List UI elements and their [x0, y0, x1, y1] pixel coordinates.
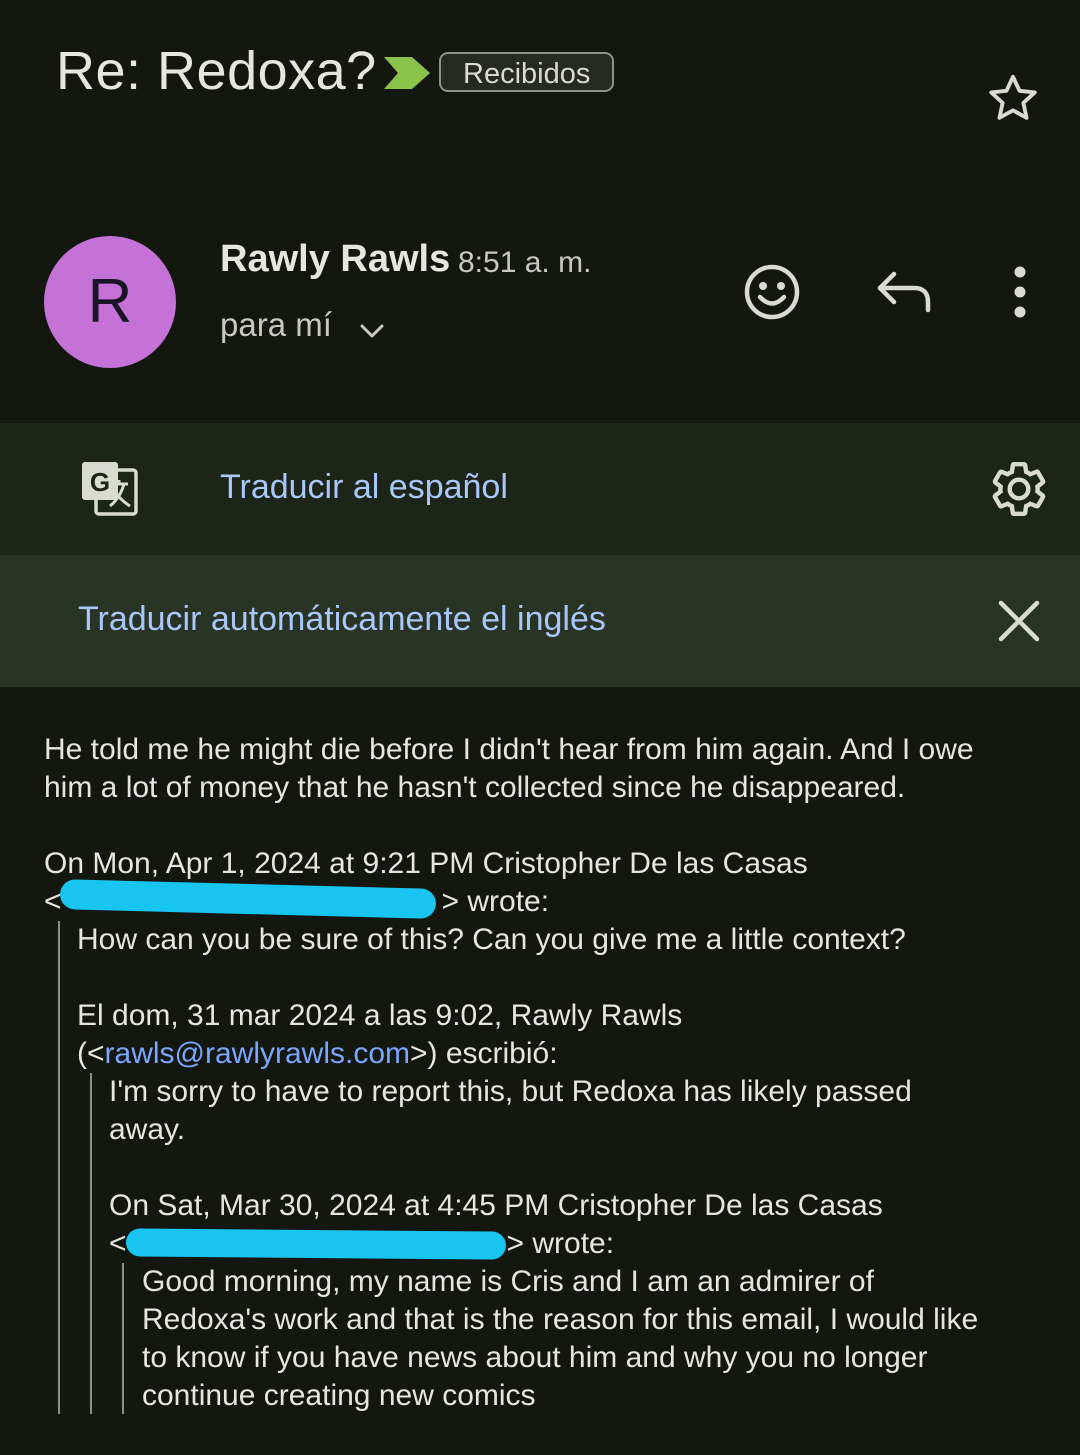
- quote-header: El dom, 31 mar 2024 a las 9:02, Rawly Ra…: [77, 999, 683, 1032]
- emoji-reaction-icon[interactable]: [742, 262, 802, 322]
- quote-header-open: (<: [77, 1037, 105, 1070]
- chevron-down-icon[interactable]: [358, 320, 386, 342]
- quote-header-close: > wrote:: [506, 1227, 615, 1260]
- quote-header: On Mon, Apr 1, 2024 at 9:21 PM Cristophe…: [44, 847, 808, 880]
- message-line: him a lot of money that he hasn't collec…: [44, 771, 906, 804]
- reply-icon[interactable]: [874, 266, 936, 318]
- redaction-mark: [125, 1228, 507, 1260]
- email-link[interactable]: rawls@rawlyrawls.com: [105, 1037, 410, 1070]
- quote-line: Good morning, my name is Cris and I am a…: [142, 1265, 874, 1298]
- quote-bar: [122, 1263, 124, 1414]
- quote-header: (<rawls@rawlyrawls.com>) escribió:: [77, 1035, 558, 1073]
- message-time: 8:51 a. m.: [458, 246, 592, 279]
- recipient-label[interactable]: para mí: [220, 306, 332, 344]
- star-icon[interactable]: [984, 70, 1042, 128]
- quote-header-open: <: [44, 885, 62, 918]
- quote-header-close: >) escribió:: [410, 1037, 558, 1070]
- close-icon[interactable]: [996, 598, 1042, 644]
- avatar[interactable]: R: [44, 236, 176, 368]
- quote-header: On Sat, Mar 30, 2024 at 4:45 PM Cristoph…: [109, 1189, 883, 1222]
- google-translate-icon: G: [82, 462, 138, 516]
- email-subject: Re: Redoxa?: [56, 41, 377, 101]
- gear-icon[interactable]: [988, 458, 1050, 520]
- message-line: He told me he might die before I didn't …: [44, 733, 974, 766]
- quote-line: I'm sorry to have to report this, but Re…: [109, 1075, 912, 1108]
- quote-line: How can you be sure of this? Can you giv…: [77, 923, 906, 956]
- translate-to-spanish-link[interactable]: Traducir al español: [220, 468, 508, 507]
- quote-bar: [90, 1073, 92, 1414]
- quote-line: Redoxa's work and that is the reason for…: [142, 1303, 979, 1336]
- label-arrow-icon: [384, 57, 430, 89]
- quote-header-close: > wrote:: [441, 885, 550, 918]
- svg-text:G: G: [90, 467, 110, 497]
- more-vert-icon[interactable]: [1004, 264, 1036, 320]
- quote-line: to know if you have news about him and w…: [142, 1341, 928, 1374]
- sender-name[interactable]: Rawly Rawls: [220, 238, 450, 281]
- quote-header-open: <: [109, 1227, 127, 1260]
- label-chip-inbox[interactable]: Recibidos: [439, 52, 614, 92]
- quote-bar: [58, 921, 60, 1414]
- quote-line: continue creating new comics: [142, 1379, 536, 1412]
- translate-bar: [0, 423, 1080, 555]
- quote-line: away.: [109, 1113, 186, 1146]
- auto-translate-link[interactable]: Traducir automáticamente el inglés: [78, 600, 606, 639]
